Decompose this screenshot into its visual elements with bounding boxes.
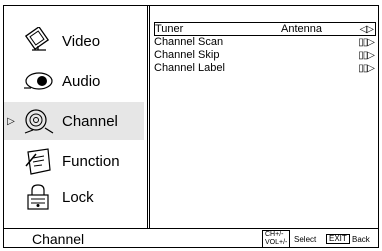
enter-arrow-icon: ▯▯▷ — [358, 63, 375, 74]
setting-label: Channel Label — [154, 62, 225, 74]
note-icon — [18, 146, 58, 176]
enter-arrow-icon: ▯▯▷ — [358, 50, 375, 61]
left-right-arrows-icon: ◁▷ — [359, 24, 374, 35]
menu-item-channel[interactable]: ▷ Channel — [4, 102, 144, 140]
menu-item-function-label: Function — [62, 152, 120, 170]
current-menu-title: Channel — [32, 231, 85, 247]
exit-key-hint: EXIT — [326, 234, 350, 244]
menu-item-video-label: Video — [62, 32, 101, 50]
menu-item-function[interactable]: Function — [4, 142, 144, 180]
menu-item-lock[interactable]: Lock — [4, 178, 144, 216]
setting-label: Tuner — [155, 23, 184, 35]
channel-settings-list: Tuner Antenna ◁▷ Channel Scan ▯▯▷ Channe… — [154, 22, 376, 75]
setting-row-channel-scan[interactable]: Channel Scan ▯▯▷ — [154, 36, 376, 49]
setting-row-channel-label[interactable]: Channel Label ▯▯▷ — [154, 62, 376, 75]
menu-item-video[interactable]: Video — [4, 22, 144, 60]
back-hint-label: Back — [352, 235, 370, 244]
vol-key-label: VOL+/- — [265, 239, 288, 246]
monitor-icon — [18, 26, 58, 56]
status-footer: Channel CH+/- VOL+/- Select EXIT Back — [4, 228, 378, 249]
setting-row-channel-skip[interactable]: Channel Skip ▯▯▷ — [154, 49, 376, 62]
setting-label: Channel Skip — [154, 49, 220, 61]
ch-vol-key-hint: CH+/- VOL+/- — [262, 230, 291, 248]
main-menu-sidebar: Video Audio ▷ Channel Function Lock — [4, 6, 150, 228]
setting-row-tuner[interactable]: Tuner Antenna ◁▷ — [154, 22, 376, 36]
tv-osd-menu: Video Audio ▷ Channel Function Lock Tune… — [3, 5, 379, 248]
menu-item-lock-label: Lock — [62, 188, 94, 206]
speaker-icon — [18, 66, 58, 96]
menu-item-channel-label: Channel — [62, 112, 118, 130]
satellite-dish-icon — [18, 106, 58, 136]
lock-icon — [18, 182, 58, 212]
menu-item-audio-label: Audio — [62, 72, 101, 90]
menu-item-audio[interactable]: Audio — [4, 62, 144, 100]
setting-value: Antenna — [281, 23, 322, 35]
ch-key-label: CH+/- — [265, 231, 284, 238]
enter-arrow-icon: ▯▯▷ — [358, 37, 375, 48]
select-hint-label: Select — [294, 235, 317, 244]
selected-arrow-icon: ▷ — [7, 115, 15, 127]
setting-label: Channel Scan — [154, 36, 224, 48]
